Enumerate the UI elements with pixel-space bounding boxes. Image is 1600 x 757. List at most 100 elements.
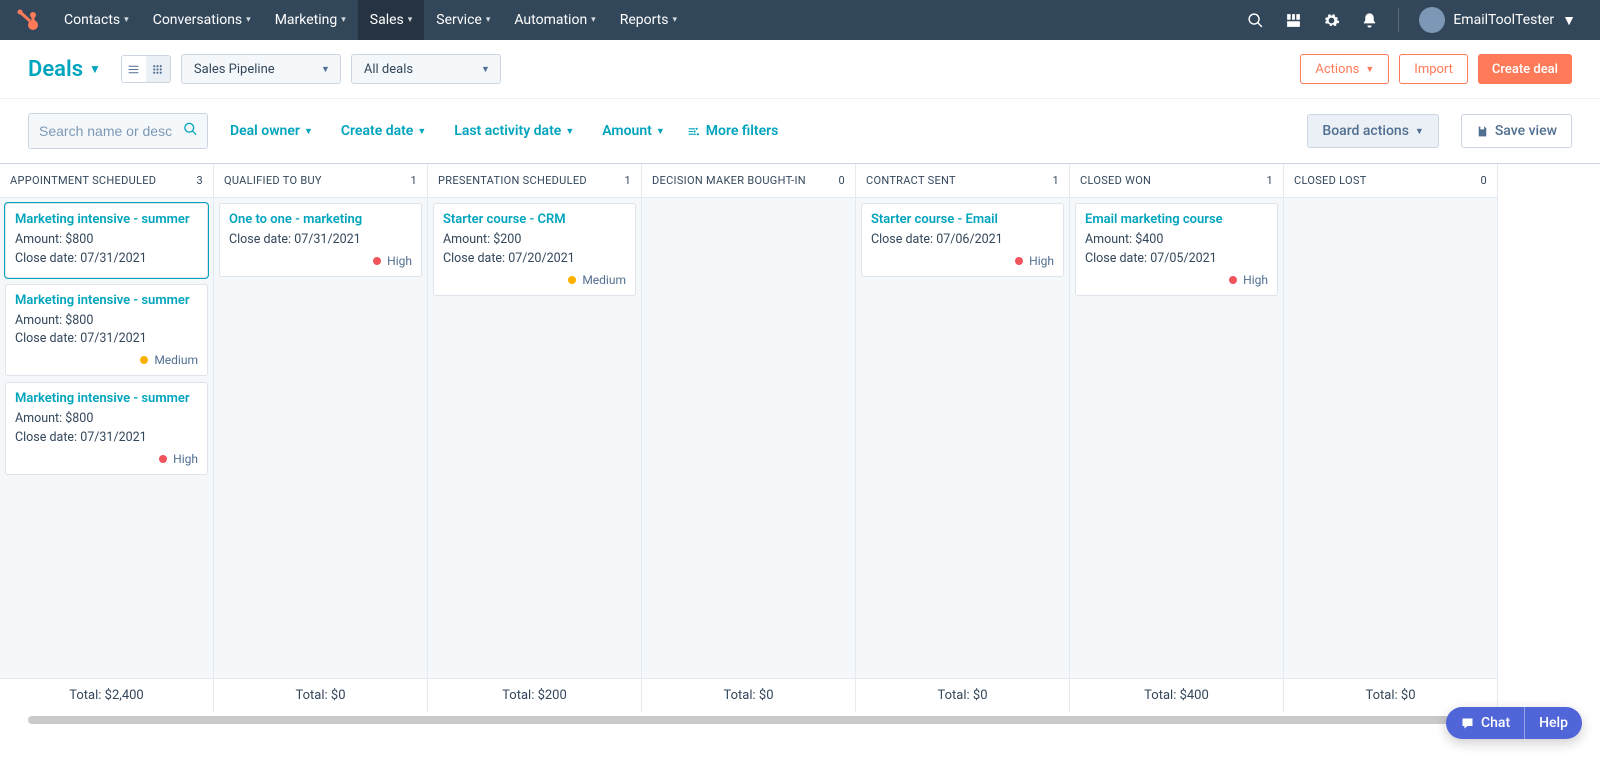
help-button[interactable]: Help xyxy=(1525,707,1582,739)
board-scroll[interactable]: APPOINTMENT SCHEDULED3 Marketing intensiv… xyxy=(0,164,1600,712)
more-filters-button[interactable]: More filters xyxy=(687,123,779,139)
deal-card[interactable]: Marketing intensive - summerAmount: $800… xyxy=(5,284,208,377)
filter-chip-label: Create date xyxy=(341,123,413,139)
list-view-button[interactable] xyxy=(122,56,146,82)
nav-separator xyxy=(1398,8,1399,32)
priority-label: High xyxy=(173,452,198,466)
account-menu[interactable]: EmailToolTester ▼ xyxy=(1411,7,1584,33)
nav-item-sales[interactable]: Sales▾ xyxy=(358,0,425,40)
kanban-board: APPOINTMENT SCHEDULED3 Marketing intensiv… xyxy=(0,164,1600,712)
column-title: PRESENTATION SCHEDULED xyxy=(438,174,587,187)
nav-item-marketing[interactable]: Marketing▾ xyxy=(263,0,358,40)
deals-scope-select[interactable]: All deals ▼ xyxy=(351,54,501,84)
column-body[interactable]: Starter course - CRMAmount: $200Close da… xyxy=(428,198,641,678)
board-actions-button[interactable]: Board actions ▼ xyxy=(1307,114,1438,148)
column-total: Total: $0 xyxy=(214,678,427,712)
import-button[interactable]: Import xyxy=(1399,54,1468,84)
column-header: CONTRACT SENT1 xyxy=(856,164,1069,198)
deal-title: Starter course - Email xyxy=(871,212,1054,227)
column-count: 0 xyxy=(1481,174,1487,187)
column-body[interactable]: One to one - marketingClose date: 07/31/… xyxy=(214,198,427,678)
help-widget: Chat Help xyxy=(1446,707,1582,739)
board-column: DECISION MAKER BOUGHT-IN0Total: $0 xyxy=(642,164,856,712)
priority-dot-icon xyxy=(1015,257,1023,265)
chevron-down-icon: ▾ xyxy=(341,15,346,25)
column-title: CLOSED WON xyxy=(1080,174,1151,187)
chevron-down-icon: ▼ xyxy=(89,62,101,76)
filter-create-date[interactable]: Create date▼ xyxy=(341,123,426,139)
filter-bar: Deal owner▼ Create date▼ Last activity dat… xyxy=(0,99,1600,163)
column-body[interactable]: Starter course - EmailClose date: 07/06/… xyxy=(856,198,1069,678)
settings-icon[interactable] xyxy=(1314,0,1348,40)
column-total: Total: $0 xyxy=(642,678,855,712)
board-column: CONTRACT SENT1 Starter course - EmailClos… xyxy=(856,164,1070,712)
column-header: PRESENTATION SCHEDULED1 xyxy=(428,164,641,198)
deal-amount-line: Amount: $400 xyxy=(1085,231,1268,250)
column-header: CLOSED WON 1 xyxy=(1070,164,1283,198)
board-actions-label: Board actions xyxy=(1322,123,1409,139)
actions-button[interactable]: Actions ▼ xyxy=(1300,54,1389,84)
deal-priority: High xyxy=(15,452,198,466)
sliders-icon xyxy=(687,125,700,138)
board-view-button[interactable] xyxy=(146,56,170,82)
notifications-icon[interactable] xyxy=(1352,0,1386,40)
filter-last-activity-date[interactable]: Last activity date▼ xyxy=(454,123,574,139)
chat-icon xyxy=(1460,716,1475,731)
marketplace-icon[interactable] xyxy=(1276,0,1310,40)
column-body[interactable]: Marketing intensive - summerAmount: $800… xyxy=(0,198,213,678)
filter-deal-owner[interactable]: Deal owner▼ xyxy=(230,123,313,139)
deal-close-line: Close date: 07/31/2021 xyxy=(229,231,412,250)
column-count: 1 xyxy=(1053,174,1059,187)
chevron-down-icon: ▼ xyxy=(481,64,490,75)
nav-item-label: Automation xyxy=(514,12,587,28)
column-body[interactable] xyxy=(642,198,855,678)
deal-close-line: Close date: 07/31/2021 xyxy=(15,250,198,269)
filter-chip-label: Amount xyxy=(602,123,652,139)
column-body[interactable]: Email marketing courseAmount: $400Close … xyxy=(1070,198,1283,678)
deal-title: Email marketing course xyxy=(1085,212,1268,227)
account-name: EmailToolTester xyxy=(1453,12,1554,28)
deals-toolbar: Deals ▼ Sales Pipeline ▼ All deals ▼ Act… xyxy=(0,40,1600,99)
chevron-down-icon: ▾ xyxy=(486,15,491,25)
nav-item-label: Service xyxy=(436,12,482,28)
chat-button[interactable]: Chat xyxy=(1446,707,1525,739)
column-total: Total: $2,400 xyxy=(0,678,213,712)
deal-card[interactable]: Starter course - EmailClose date: 07/06/… xyxy=(861,203,1064,277)
deal-title: Marketing intensive - summer xyxy=(15,212,198,227)
deal-priority: Medium xyxy=(443,273,626,287)
horizontal-scrollbar[interactable] xyxy=(28,716,1572,724)
deal-card[interactable]: One to one - marketingClose date: 07/31/… xyxy=(219,203,422,277)
create-deal-button[interactable]: Create deal xyxy=(1478,54,1572,84)
import-label: Import xyxy=(1414,62,1453,77)
deal-priority: High xyxy=(1085,273,1268,287)
filter-amount[interactable]: Amount▼ xyxy=(602,123,665,139)
column-title: QUALIFIED TO BUY xyxy=(224,174,322,187)
nav-item-conversations[interactable]: Conversations▾ xyxy=(141,0,263,40)
save-view-button[interactable]: Save view xyxy=(1461,114,1572,148)
more-filters-label: More filters xyxy=(706,123,779,139)
priority-label: High xyxy=(1029,254,1054,268)
column-total: Total: $200 xyxy=(428,678,641,712)
board-column: CLOSED LOST0Total: $0 xyxy=(1284,164,1498,712)
deal-card[interactable]: Email marketing courseAmount: $400Close … xyxy=(1075,203,1278,296)
deal-card[interactable]: Marketing intensive - summerAmount: $800… xyxy=(5,382,208,475)
column-count: 3 xyxy=(197,174,203,187)
nav-item-automation[interactable]: Automation▾ xyxy=(502,0,607,40)
deal-card[interactable]: Marketing intensive - summerAmount: $800… xyxy=(5,203,208,278)
pipeline-select[interactable]: Sales Pipeline ▼ xyxy=(181,54,341,84)
column-header: APPOINTMENT SCHEDULED3 xyxy=(0,164,213,198)
save-view-label: Save view xyxy=(1495,123,1557,139)
deals-title-dropdown[interactable]: Deals ▼ xyxy=(28,57,101,82)
priority-dot-icon xyxy=(159,455,167,463)
grid-icon xyxy=(151,63,164,76)
column-body[interactable] xyxy=(1284,198,1497,678)
deal-card[interactable]: Starter course - CRMAmount: $200Close da… xyxy=(433,203,636,296)
search-input[interactable] xyxy=(28,113,208,149)
brand-logo[interactable] xyxy=(16,8,40,32)
nav-item-contacts[interactable]: Contacts▾ xyxy=(52,0,141,40)
search-icon[interactable] xyxy=(183,122,198,141)
column-count: 1 xyxy=(1267,174,1273,187)
nav-item-service[interactable]: Service ▾ xyxy=(424,0,502,40)
search-icon[interactable] xyxy=(1238,0,1272,40)
nav-item-reports[interactable]: Reports▾ xyxy=(608,0,689,40)
